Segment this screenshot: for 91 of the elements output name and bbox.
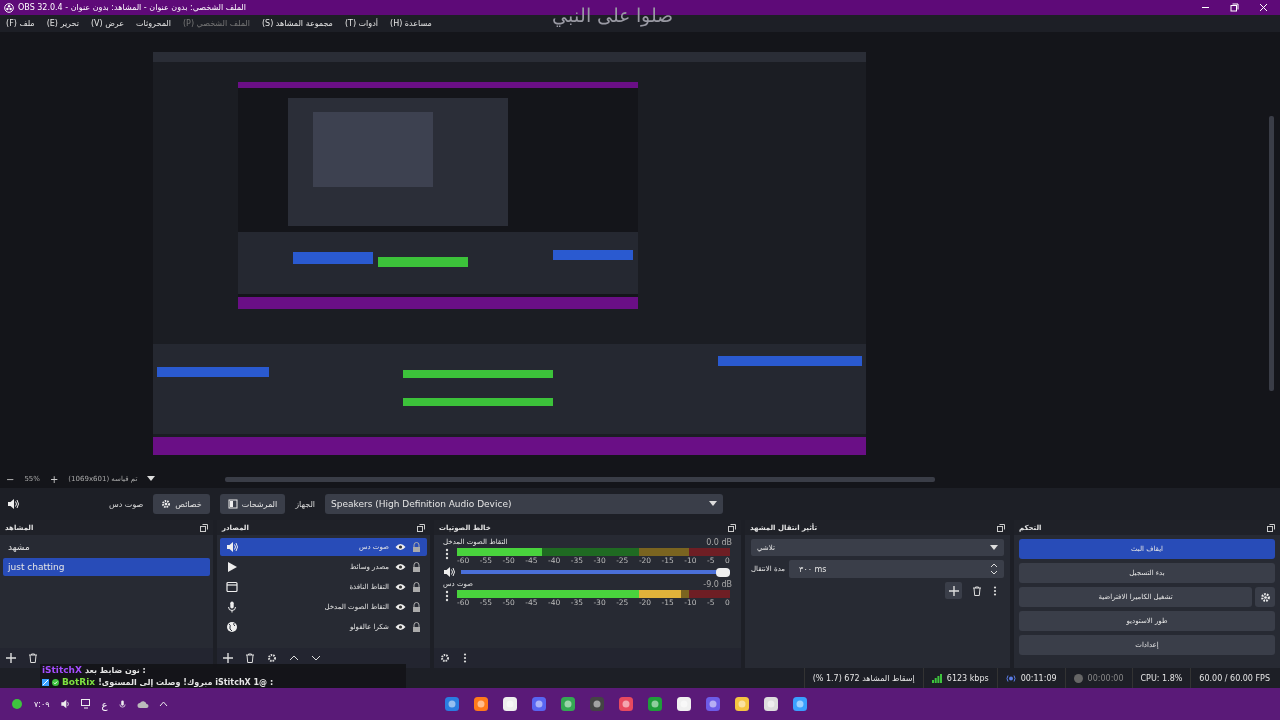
speaker-icon [7, 498, 19, 510]
settings-button[interactable] [1255, 587, 1275, 607]
cloud-icon[interactable] [136, 699, 149, 709]
settings-icon[interactable] [440, 653, 450, 663]
undock-icon[interactable] [997, 523, 1005, 532]
slider-thumb[interactable] [716, 567, 730, 577]
volume-icon[interactable] [59, 699, 71, 709]
more-icon[interactable] [462, 653, 468, 663]
lock-icon[interactable] [412, 562, 421, 572]
close-icon[interactable] [1259, 3, 1268, 12]
chat-message: : @iStitchX 1 مبروك! وصلت إلى المستوى! [98, 677, 274, 687]
menu-item[interactable]: مساعدة (H) [390, 19, 432, 28]
duration-field[interactable]: ٣٠٠ ms [789, 560, 1004, 578]
filter-icon [227, 499, 238, 509]
verified-icon [52, 678, 59, 686]
menu-item[interactable]: عرض (V) [90, 19, 125, 28]
lock-icon[interactable] [412, 582, 421, 592]
chevron-up-icon[interactable] [158, 701, 168, 707]
device-dropdown[interactable]: Speakers (High Definition Audio Device) [325, 494, 724, 514]
eye-icon[interactable] [395, 583, 406, 591]
signal-icon [931, 673, 942, 683]
lock-icon[interactable] [412, 542, 421, 552]
undock-icon[interactable] [200, 523, 208, 532]
device-label: الجهاز [295, 499, 316, 509]
lock-icon[interactable] [412, 622, 421, 632]
down-icon[interactable] [311, 653, 321, 663]
up-icon[interactable] [289, 653, 299, 663]
globe-icon [226, 621, 238, 633]
filters-button[interactable]: المرشحات [219, 494, 286, 514]
restore-icon[interactable] [1230, 3, 1239, 12]
scene-item[interactable]: مشهد [3, 538, 210, 556]
eye-icon[interactable] [395, 563, 406, 571]
more-icon[interactable] [443, 548, 451, 560]
window-icon [226, 581, 238, 593]
play-icon [226, 561, 238, 573]
undock-icon[interactable] [728, 523, 736, 532]
settings-icon[interactable] [267, 653, 277, 663]
add-icon[interactable] [223, 653, 233, 663]
spinner-arrows-icon[interactable] [990, 562, 998, 576]
record-time: 00:00:00 [1087, 673, 1124, 683]
stream-time: 00:11:09 [1020, 673, 1057, 683]
scrollbar[interactable] [1269, 116, 1274, 391]
more-icon[interactable] [992, 585, 998, 596]
menu-item[interactable]: ملف (F) [6, 19, 35, 28]
clock: ٧:٠٩ [34, 699, 50, 709]
eye-icon[interactable] [395, 543, 406, 551]
more-icon[interactable] [443, 590, 451, 602]
chat-username: BotRix [62, 677, 96, 687]
caret-icon[interactable] [147, 476, 156, 482]
network-icon[interactable] [80, 699, 92, 709]
properties-button[interactable]: خصائص [153, 494, 210, 514]
lock-icon[interactable] [412, 602, 421, 612]
app-icon[interactable] [443, 696, 460, 712]
caret-icon [990, 544, 998, 551]
undock-icon[interactable] [1267, 523, 1275, 532]
eye-icon[interactable] [395, 623, 406, 631]
add-icon[interactable] [6, 653, 16, 663]
microphone-icon[interactable] [117, 698, 127, 710]
eye-icon[interactable] [395, 603, 406, 611]
volume-reading: 0.0 dB [706, 538, 732, 547]
menu-item[interactable]: المحروثات [136, 19, 171, 28]
gear-icon [161, 499, 172, 509]
logo-icon [4, 2, 14, 13]
add-button[interactable] [945, 582, 962, 599]
microphone-icon [226, 601, 238, 613]
chat-username: iStitchX [42, 665, 82, 675]
scrollbar[interactable] [225, 476, 936, 482]
bitrate: 6123 kbps [946, 673, 989, 683]
caret-icon [709, 501, 718, 507]
menu-item[interactable]: مجموعة المشاهد (S) [261, 19, 333, 28]
volume-slider[interactable] [461, 567, 730, 577]
scene-item[interactable]: just chatting [3, 558, 210, 576]
trash-icon[interactable] [972, 585, 982, 596]
zoom-in-button[interactable]: + [49, 473, 59, 485]
zoom-out-button[interactable]: − [6, 473, 15, 485]
volume-reading: -9.0 dB [703, 580, 732, 589]
trash-icon[interactable] [28, 653, 38, 663]
add-icon [948, 585, 959, 596]
menu-item[interactable]: أدوات (T) [344, 19, 378, 28]
trash-icon[interactable] [245, 653, 255, 663]
source-name: صوت دس [109, 499, 144, 509]
speaker-icon[interactable] [443, 566, 455, 578]
speaker-icon [226, 541, 238, 553]
record-icon [1073, 673, 1083, 683]
window-title: OBS 32.0.4 - الملف الشخصي: بدون عنوان - المشاهد: بدون عنوان [18, 3, 246, 12]
chat-message: : نون ضابط بعد [84, 665, 146, 675]
streaming-icon [1005, 673, 1016, 683]
gear-icon [1259, 591, 1271, 603]
undock-icon[interactable] [417, 523, 425, 532]
language-indicator[interactable]: ع [101, 698, 108, 710]
menu-item[interactable]: تحرير (E) [46, 19, 79, 28]
